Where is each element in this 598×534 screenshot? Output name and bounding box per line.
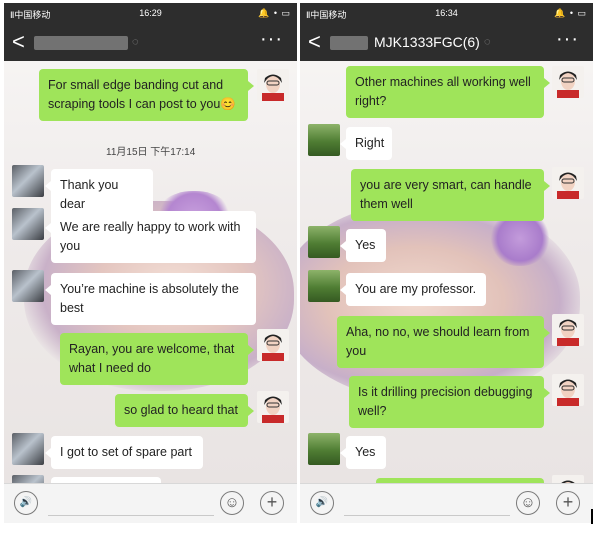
message-bubble-incoming[interactable]: Yes (340, 229, 386, 262)
message-bubble-incoming[interactable]: Right (340, 127, 392, 160)
status-icons: 🔔 • ▭ (554, 8, 587, 18)
message-bubble-outgoing[interactable]: so glad to heard that (115, 394, 254, 427)
right-chat-screenshot: Ⅱ中国移动 16:34 🔔 • ▭ < MJK1333FGC(6) ◌ ··· … (300, 3, 593, 523)
contact-avatar[interactable] (12, 208, 44, 240)
my-avatar[interactable] (552, 314, 584, 346)
status-time: 16:29 (139, 8, 162, 18)
status-bar: Ⅱ中国移动 16:29 🔔 • ▭ (4, 3, 297, 25)
blurred-contact-name (34, 36, 128, 50)
message-input[interactable] (344, 515, 510, 516)
message-bubble-outgoing[interactable]: Rayan, you are welcome, that what I need… (60, 333, 254, 385)
emoji-icon[interactable]: ☺ (220, 491, 244, 515)
profile-woman-icon (557, 71, 579, 98)
contact-avatar[interactable] (308, 226, 340, 258)
more-menu-icon[interactable]: ··· (260, 28, 283, 51)
emoji-icon[interactable]: ☺ (516, 491, 540, 515)
my-avatar[interactable] (257, 69, 289, 101)
text-cursor (591, 509, 593, 524)
contact-avatar[interactable] (12, 475, 44, 483)
plus-icon[interactable]: + (260, 491, 284, 515)
message-bubble-outgoing[interactable]: Is it drilling precision debugging well? (349, 376, 550, 428)
contact-avatar[interactable] (308, 124, 340, 156)
profile-woman-icon (262, 396, 284, 423)
message-bubble-incoming[interactable]: Yes (340, 436, 386, 469)
profile-woman-icon (557, 319, 579, 346)
contact-avatar[interactable] (308, 433, 340, 465)
profile-woman-icon (561, 480, 575, 483)
message-input[interactable] (48, 515, 214, 516)
message-timestamp: 11月15日 下午17:14 (106, 147, 196, 158)
back-arrow-icon[interactable]: < (308, 30, 321, 54)
message-bubble-incoming[interactable]: We are really happy to work with you (45, 211, 256, 263)
message-bubble-outgoing[interactable]: For small edge banding cut and scraping … (39, 69, 254, 121)
status-time: 16:34 (435, 8, 458, 18)
contact-avatar[interactable] (308, 270, 340, 302)
pin-icon: ◌ (484, 36, 491, 48)
profile-woman-icon (557, 172, 579, 199)
my-avatar[interactable] (552, 167, 584, 199)
back-arrow-icon[interactable]: < (12, 30, 25, 54)
contact-avatar[interactable] (12, 165, 44, 197)
message-bubble-outgoing[interactable]: Aha, no no, we should learn from you (337, 316, 550, 368)
message-bubble-incoming[interactable]: I got to set of spare part (45, 436, 203, 469)
voice-input-icon[interactable]: 🔊 (14, 491, 38, 515)
message-bubble-outgoing[interactable]: Other machines all working well right? (346, 66, 550, 118)
my-avatar[interactable] (257, 329, 289, 361)
status-bar: Ⅱ中国移动 16:34 🔔 • ▭ (300, 3, 593, 25)
my-avatar[interactable] (552, 374, 584, 406)
chat-header: < MJK1333FGC(6) ◌ ··· (300, 25, 593, 61)
left-chat-screenshot: Ⅱ中国移动 16:29 🔔 • ▭ < ◌ ··· For small edge… (4, 3, 297, 523)
profile-woman-icon (557, 379, 579, 406)
chat-area[interactable]: Other machines all working well right? R… (300, 61, 593, 483)
plus-icon[interactable]: + (556, 491, 580, 515)
chat-area[interactable]: For small edge banding cut and scraping … (4, 61, 297, 483)
contact-avatar[interactable] (12, 270, 44, 302)
blurred-group-name (330, 36, 368, 50)
voice-input-icon[interactable]: 🔊 (310, 491, 334, 515)
input-toolbar: 🔊 ☺ + (300, 483, 593, 523)
contact-avatar[interactable] (12, 433, 44, 465)
more-menu-icon[interactable]: ··· (556, 28, 579, 51)
chat-title: MJK1333FGC(6) (374, 34, 480, 50)
chat-header: < ◌ ··· (4, 25, 297, 61)
my-avatar[interactable] (257, 391, 289, 423)
profile-woman-icon (262, 334, 284, 361)
message-bubble-incoming[interactable]: You’re machine is absolutely the best (45, 273, 256, 325)
message-bubble-incoming[interactable]: You are my professor. (340, 273, 486, 306)
input-toolbar: 🔊 ☺ + (4, 483, 297, 523)
my-avatar[interactable] (552, 475, 584, 483)
status-icons: 🔔 • ▭ (258, 8, 291, 18)
my-avatar[interactable] (552, 66, 584, 98)
message-bubble-outgoing[interactable]: you are very smart, can handle them well (351, 169, 550, 221)
profile-woman-icon (262, 74, 284, 101)
pin-icon: ◌ (132, 36, 139, 48)
